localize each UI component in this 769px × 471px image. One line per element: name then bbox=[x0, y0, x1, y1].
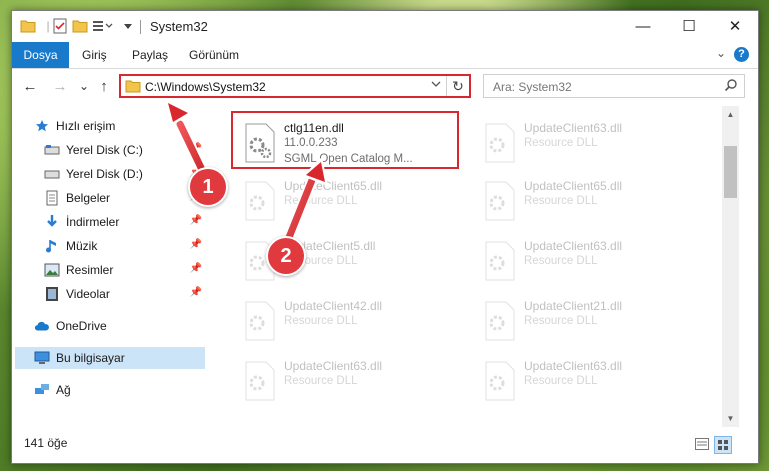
pin-icon[interactable]: 📌 bbox=[190, 215, 202, 226]
address-path[interactable]: C:\Windows\System32 bbox=[145, 80, 266, 94]
explorer-window: | System32 — ☐ ✕ Dosya Giriş Paylaş Görü… bbox=[11, 10, 759, 464]
search-input[interactable]: Ara: System32 bbox=[483, 74, 745, 98]
sidebar-item-onedrive[interactable]: OneDrive bbox=[34, 315, 208, 337]
pin-icon[interactable]: 📌 bbox=[190, 143, 202, 154]
dll-file-icon bbox=[244, 301, 276, 341]
large-icons-view-icon[interactable] bbox=[714, 436, 732, 454]
chevron-down-icon[interactable]: ⌄ bbox=[716, 46, 726, 60]
file-tile[interactable]: UpdateClient21.dll Resource DLL bbox=[474, 293, 694, 349]
folder-icon bbox=[125, 79, 141, 96]
search-icon bbox=[724, 78, 738, 95]
dll-file-icon bbox=[244, 181, 276, 221]
tab-paylas[interactable]: Paylaş bbox=[132, 42, 168, 68]
dll-file-icon bbox=[484, 361, 516, 401]
scroll-thumb[interactable] bbox=[724, 146, 737, 198]
pin-icon[interactable]: 📌 bbox=[190, 287, 202, 298]
title-bar: | System32 — ☐ ✕ bbox=[12, 11, 758, 42]
recent-locations-button[interactable]: ⌄ bbox=[74, 76, 94, 96]
documents-icon bbox=[44, 190, 60, 206]
download-icon bbox=[44, 214, 60, 230]
vertical-scrollbar[interactable]: ▲ ▼ bbox=[722, 106, 739, 427]
star-icon bbox=[34, 118, 50, 134]
sidebar-item-disk-c[interactable]: Yerel Disk (C:) 📌 bbox=[44, 139, 208, 161]
tab-dosya[interactable]: Dosya bbox=[12, 42, 69, 68]
file-tile[interactable]: UpdateClient65.dll Resource DLL bbox=[234, 173, 454, 229]
sidebar-item-pictures[interactable]: Resimler 📌 bbox=[44, 259, 208, 281]
maximize-button[interactable]: ☐ bbox=[666, 11, 712, 41]
file-tile[interactable]: UpdateClient63.dll Resource DLL bbox=[474, 353, 694, 409]
window-title: System32 bbox=[150, 19, 208, 34]
dll-file-icon bbox=[484, 241, 516, 281]
videos-icon bbox=[44, 286, 60, 302]
file-tile[interactable]: UpdateClient63.dll Resource DLL bbox=[474, 233, 694, 289]
cloud-icon bbox=[34, 318, 50, 334]
tab-gorunum[interactable]: Görünüm bbox=[189, 42, 239, 68]
status-bar: 141 öğe bbox=[12, 433, 758, 455]
navigation-bar: ← → ⌄ ↑ C:\Windows\System32 ↻ Ara: Syste… bbox=[12, 69, 758, 105]
properties-icon[interactable] bbox=[52, 18, 68, 34]
step-badge-2: 2 bbox=[266, 236, 306, 276]
forward-button[interactable]: → bbox=[50, 76, 70, 96]
back-button[interactable]: ← bbox=[20, 76, 40, 96]
title-separator bbox=[140, 20, 141, 34]
sidebar-item-music[interactable]: Müzik 📌 bbox=[44, 235, 208, 257]
file-tile[interactable]: UpdateClient65.dll Resource DLL bbox=[474, 173, 694, 229]
sidebar-item-videos[interactable]: Videolar 📌 bbox=[44, 283, 208, 305]
dll-file-icon bbox=[484, 301, 516, 341]
file-tile[interactable]: UpdateClient63.dll Resource DLL bbox=[234, 353, 454, 409]
sidebar-item-downloads[interactable]: İndirmeler 📌 bbox=[44, 211, 208, 233]
file-tile[interactable]: UpdateClient63.dll Resource DLL bbox=[474, 115, 694, 171]
tab-giris[interactable]: Giriş bbox=[82, 42, 107, 68]
ribbon-tabs: Dosya Giriş Paylaş Görünüm ⌄ ? bbox=[12, 42, 758, 69]
refresh-button[interactable]: ↻ bbox=[446, 76, 469, 96]
scroll-up-icon[interactable]: ▲ bbox=[722, 106, 739, 123]
minimize-button[interactable]: — bbox=[620, 11, 666, 41]
dll-file-icon bbox=[244, 361, 276, 401]
customize-quick-access-icon[interactable] bbox=[92, 18, 116, 34]
sidebar-item-quick-access[interactable]: Hızlı erişim bbox=[34, 115, 230, 137]
sidebar-item-this-pc[interactable]: Bu bilgisayar bbox=[15, 347, 205, 369]
file-tile[interactable]: UpdateClient42.dll Resource DLL bbox=[234, 293, 454, 349]
dll-file-icon bbox=[484, 123, 516, 163]
sidebar-item-documents[interactable]: Belgeler 📌 bbox=[44, 187, 208, 209]
music-icon bbox=[44, 238, 60, 254]
chevron-down-icon[interactable] bbox=[120, 18, 136, 34]
sidebar-item-disk-d[interactable]: Yerel Disk (D:) 📌 bbox=[44, 163, 208, 185]
chevron-down-icon[interactable] bbox=[431, 79, 441, 92]
search-placeholder: Ara: System32 bbox=[493, 80, 572, 94]
drive-icon bbox=[44, 166, 60, 182]
item-count: 141 öğe bbox=[24, 436, 68, 450]
computer-icon bbox=[34, 350, 50, 366]
pin-icon[interactable]: 📌 bbox=[190, 239, 202, 250]
pin-icon[interactable]: 📌 bbox=[190, 263, 202, 274]
close-button[interactable]: ✕ bbox=[712, 11, 758, 41]
navigation-pane: Hızlı erişim Yerel Disk (C:) 📌 Yerel Dis… bbox=[12, 111, 212, 431]
drive-icon bbox=[44, 142, 60, 158]
pictures-icon bbox=[44, 262, 60, 278]
address-bar[interactable]: C:\Windows\System32 ↻ bbox=[119, 74, 471, 98]
step-badge-1: 1 bbox=[188, 167, 228, 207]
details-view-icon[interactable] bbox=[694, 436, 710, 452]
sidebar-item-network[interactable]: Ağ bbox=[34, 379, 208, 401]
folder-icon bbox=[20, 18, 36, 34]
dll-file-icon bbox=[484, 181, 516, 221]
up-button[interactable]: ↑ bbox=[94, 76, 114, 96]
scroll-down-icon[interactable]: ▼ bbox=[722, 410, 739, 427]
file-highlight-box bbox=[231, 111, 459, 169]
new-folder-icon[interactable] bbox=[72, 18, 88, 34]
network-icon bbox=[34, 382, 50, 398]
help-icon[interactable]: ? bbox=[734, 47, 749, 62]
